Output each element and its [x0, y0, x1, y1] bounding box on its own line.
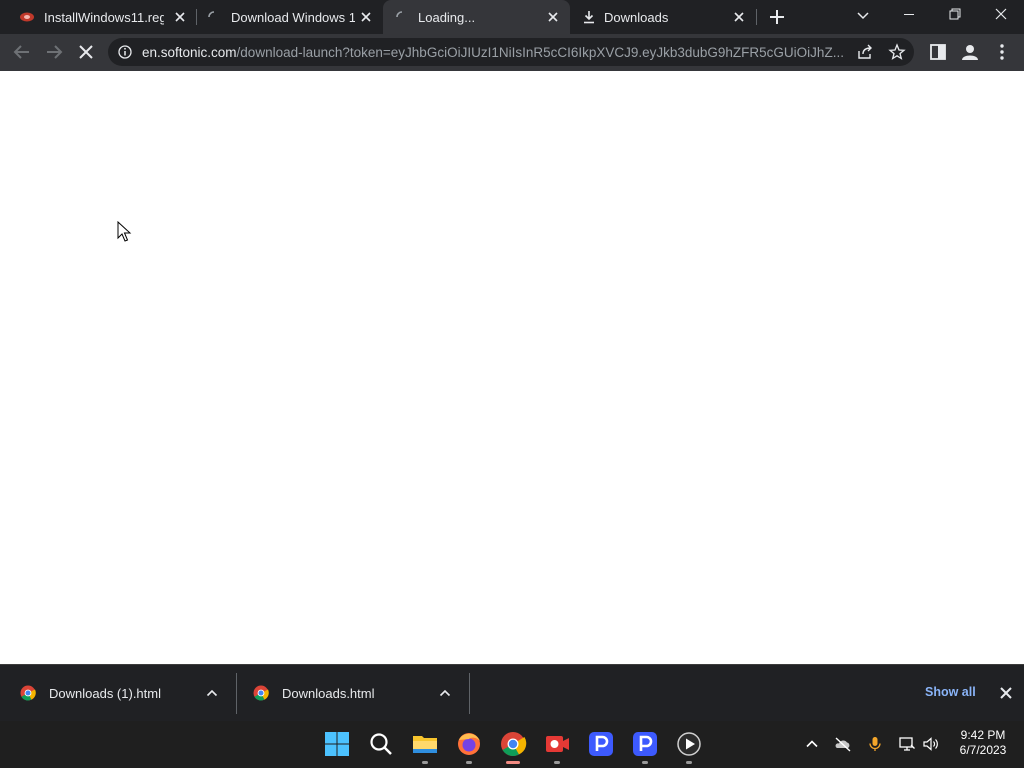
tab-title: Download Windows 10 — [231, 10, 355, 25]
mouse-cursor-icon — [117, 221, 132, 242]
windows-taskbar: 9:42 PM 6/7/2023 — [0, 721, 1024, 768]
window-close-icon[interactable] — [978, 0, 1024, 32]
tab-loading[interactable]: Loading... — [383, 0, 570, 34]
running-indicator — [422, 761, 428, 764]
media-player-icon[interactable] — [674, 729, 704, 759]
download-filename: Downloads.html — [282, 686, 375, 701]
site-info-icon[interactable] — [118, 45, 132, 59]
clock-time: 9:42 PM — [960, 728, 1006, 742]
tab-installwindows11[interactable]: InstallWindows11.reg | — [8, 0, 196, 34]
network-icon[interactable] — [898, 735, 916, 753]
running-indicator — [466, 761, 472, 764]
side-panel-icon[interactable] — [926, 40, 950, 64]
share-icon[interactable] — [856, 43, 874, 61]
browser-toolbar: en.softonic.com/download-launch?token=ey… — [0, 34, 1024, 72]
back-arrow-icon[interactable] — [10, 40, 34, 64]
tab-title: Downloads — [604, 10, 669, 25]
close-tab-icon[interactable] — [172, 9, 188, 25]
running-indicator — [554, 761, 560, 764]
url-path: /download-launch?token=eyJhbGciOiJIUzI1N… — [236, 45, 844, 60]
microphone-icon[interactable] — [866, 735, 884, 753]
new-tab-plus-icon[interactable] — [767, 7, 787, 27]
show-all-downloads-link[interactable]: Show all — [925, 685, 976, 699]
page-content[interactable] — [0, 71, 1024, 664]
download-filename: Downloads (1).html — [49, 686, 161, 701]
volume-icon[interactable] — [922, 735, 940, 753]
tab-title: Loading... — [418, 10, 476, 25]
system-clock[interactable]: 9:42 PM 6/7/2023 — [950, 728, 1016, 758]
stop-loading-icon[interactable] — [74, 40, 98, 64]
address-bar[interactable]: en.softonic.com/download-launch?token=ey… — [108, 38, 914, 66]
tab-separator — [756, 9, 757, 25]
loading-spinner-icon — [208, 11, 215, 18]
tab-strip: InstallWindows11.reg | Download Windows … — [0, 0, 1024, 34]
minimize-icon[interactable] — [886, 0, 932, 32]
bookmark-star-icon[interactable] — [888, 43, 906, 61]
clock-date: 6/7/2023 — [959, 743, 1007, 757]
tab-download-windows-10[interactable]: Download Windows 10 — [197, 0, 383, 34]
forward-arrow-icon[interactable] — [42, 40, 66, 64]
close-tab-icon[interactable] — [731, 9, 747, 25]
onedrive-offline-icon[interactable] — [834, 735, 852, 753]
chevron-up-icon[interactable] — [437, 685, 453, 701]
url-text[interactable]: en.softonic.com/download-launch?token=ey… — [142, 45, 852, 60]
active-app-indicator — [506, 761, 520, 764]
close-tab-icon[interactable] — [545, 9, 561, 25]
p-app-icon[interactable] — [586, 729, 616, 759]
tab-downloads[interactable]: Downloads — [570, 0, 756, 34]
close-shelf-icon[interactable] — [997, 684, 1015, 702]
close-tab-icon[interactable] — [358, 9, 374, 25]
chrome-icon[interactable] — [498, 729, 528, 759]
chrome-file-icon — [20, 685, 36, 701]
url-host: en.softonic.com — [142, 45, 237, 60]
download-icon — [584, 11, 594, 24]
download-shelf: Downloads (1).html Downloads.html Show a… — [0, 664, 1024, 722]
tab-search-chevron-icon[interactable] — [854, 7, 872, 25]
download-item[interactable]: Downloads (1).html — [0, 665, 236, 722]
windows-start-icon[interactable] — [322, 729, 352, 759]
p-app-icon[interactable] — [630, 729, 660, 759]
profile-avatar-icon[interactable] — [958, 40, 982, 64]
tab-title: InstallWindows11.reg | — [44, 10, 164, 25]
loading-spinner-icon — [396, 11, 403, 18]
screen-recorder-icon[interactable] — [542, 729, 572, 759]
file-explorer-icon[interactable] — [410, 729, 440, 759]
restore-icon[interactable] — [932, 0, 978, 32]
chevron-up-icon[interactable] — [204, 685, 220, 701]
firefox-icon[interactable] — [454, 729, 484, 759]
download-separator — [469, 673, 470, 714]
menu-kebab-icon[interactable] — [990, 40, 1014, 64]
running-indicator — [642, 761, 648, 764]
chrome-file-icon — [253, 685, 269, 701]
running-indicator — [686, 761, 692, 764]
show-hidden-icons-chevron-icon[interactable] — [803, 735, 821, 753]
search-icon[interactable] — [366, 729, 396, 759]
red-oval-icon — [20, 12, 34, 22]
download-item[interactable]: Downloads.html — [237, 665, 469, 722]
